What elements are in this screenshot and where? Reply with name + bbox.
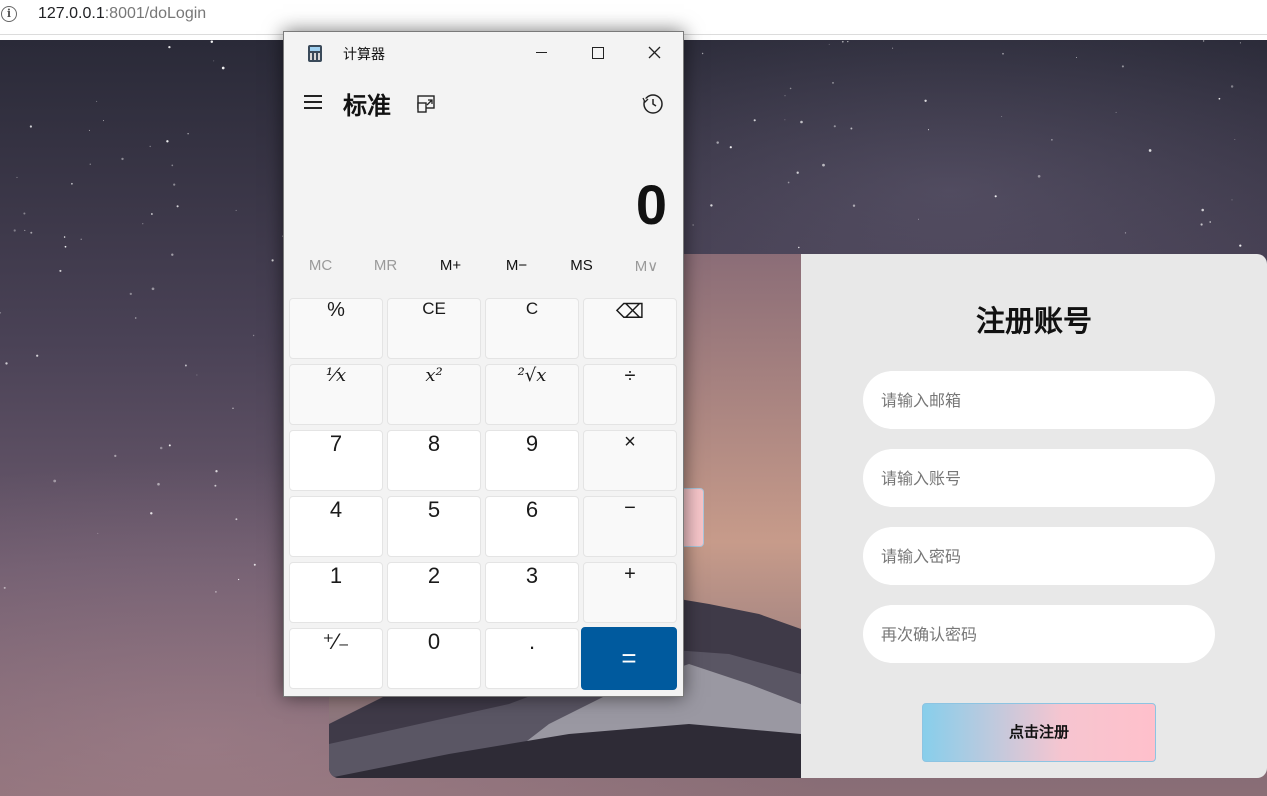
- square-button[interactable]: x²: [387, 364, 481, 425]
- url-path: :8001/doLogin: [104, 5, 207, 22]
- maximize-icon: [592, 46, 604, 59]
- memory-row: MC MR M+ M− MS M∨: [288, 257, 681, 293]
- calculator-window: 计算器 标准 0 MC MR M+ M− MS M∨ % CE C ⌫ ¹⁄x …: [283, 31, 684, 697]
- backspace-button[interactable]: ⌫: [583, 298, 677, 359]
- minimize-icon: [535, 52, 547, 53]
- percent-button[interactable]: %: [289, 298, 383, 359]
- calculator-display: 0: [635, 173, 667, 236]
- memory-subtract-button[interactable]: M−: [484, 257, 549, 293]
- register-title: 注册账号: [975, 304, 1092, 338]
- register-panel: 注册账号 点击注册: [801, 254, 1267, 778]
- login-button-fragment[interactable]: [683, 488, 704, 547]
- mode-title: 标准: [343, 92, 391, 120]
- digit-9-button[interactable]: 9: [485, 430, 579, 491]
- memory-recall-button[interactable]: MR: [353, 257, 418, 293]
- divide-button[interactable]: ÷: [583, 364, 677, 425]
- confirm-password-input[interactable]: [863, 605, 1215, 663]
- square-root-button[interactable]: ²√x: [485, 364, 579, 425]
- email-input[interactable]: [863, 371, 1215, 429]
- subtract-button[interactable]: −: [583, 496, 677, 557]
- digit-0-button[interactable]: 0: [387, 628, 481, 689]
- multiply-button[interactable]: ×: [583, 430, 677, 491]
- keep-on-top-icon[interactable]: [417, 95, 437, 113]
- decimal-button[interactable]: .: [485, 628, 579, 689]
- register-submit-button[interactable]: 点击注册: [922, 703, 1156, 762]
- reciprocal-button[interactable]: ¹⁄x: [289, 364, 383, 425]
- digit-7-button[interactable]: 7: [289, 430, 383, 491]
- url-host: 127.0.0.1: [38, 5, 105, 22]
- digit-4-button[interactable]: 4: [289, 496, 383, 557]
- minimize-button[interactable]: [513, 32, 569, 72]
- account-input[interactable]: [863, 449, 1215, 507]
- digit-5-button[interactable]: 5: [387, 496, 481, 557]
- digit-8-button[interactable]: 8: [387, 430, 481, 491]
- url-text[interactable]: 127.0.0.1:8001/doLogin: [38, 5, 206, 23]
- calculator-app-icon: [308, 45, 322, 62]
- add-button[interactable]: +: [583, 562, 677, 623]
- memory-clear-button[interactable]: MC: [288, 257, 353, 293]
- menu-icon[interactable]: [304, 95, 322, 109]
- maximize-button[interactable]: [570, 32, 626, 72]
- digit-6-button[interactable]: 6: [485, 496, 579, 557]
- close-icon: [648, 46, 660, 59]
- clear-button[interactable]: C: [485, 298, 579, 359]
- memory-store-button[interactable]: MS: [549, 257, 614, 293]
- digit-1-button[interactable]: 1: [289, 562, 383, 623]
- equals-button[interactable]: =: [581, 627, 677, 690]
- memory-add-button[interactable]: M+: [418, 257, 483, 293]
- info-icon[interactable]: i: [1, 6, 17, 22]
- digit-2-button[interactable]: 2: [387, 562, 481, 623]
- window-title: 计算器: [343, 47, 385, 63]
- digit-3-button[interactable]: 3: [485, 562, 579, 623]
- close-button[interactable]: [626, 32, 682, 72]
- calculator-header: 标准: [284, 78, 683, 126]
- history-icon[interactable]: [642, 93, 664, 115]
- browser-address-bar: i 127.0.0.1:8001/doLogin: [0, 0, 1267, 35]
- password-input[interactable]: [863, 527, 1215, 585]
- clear-entry-button[interactable]: CE: [387, 298, 481, 359]
- memory-list-button[interactable]: M∨: [614, 257, 679, 293]
- negate-button[interactable]: ⁺⁄₋: [289, 628, 383, 689]
- calculator-titlebar[interactable]: 计算器: [284, 32, 683, 72]
